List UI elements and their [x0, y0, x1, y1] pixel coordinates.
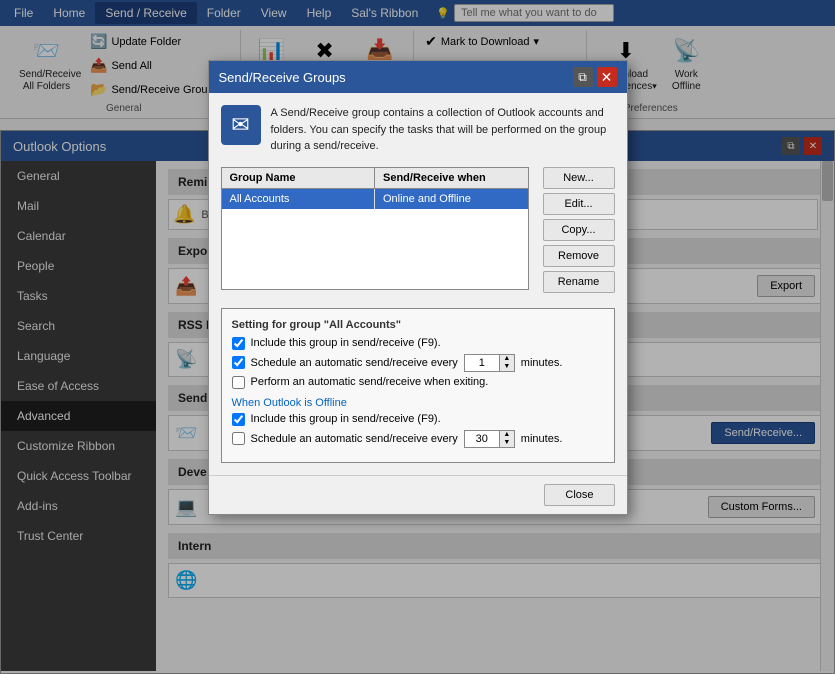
dialog-close-x-button[interactable]: ✕ [597, 67, 617, 87]
table-header-group: Group Name [222, 168, 376, 188]
dialog-info-icon: ✉ [221, 105, 261, 145]
offline-section: When Outlook is Offline Include this gro… [232, 397, 604, 448]
table-row[interactable]: All Accounts Online and Offline [222, 189, 528, 209]
dialog-info-text: A Send/Receive group contains a collecti… [271, 105, 615, 155]
send-receive-groups-dialog: Send/Receive Groups ⧉ ✕ ✉ A Send/Receive… [208, 60, 628, 515]
schedule-offline-checkbox[interactable] [232, 432, 245, 445]
perform-label: Perform an automatic send/receive when e… [251, 376, 489, 388]
schedule-offline-value[interactable]: 30 [464, 430, 500, 448]
schedule-online-checkbox[interactable] [232, 356, 245, 369]
schedule-offline-spinner: 30 ▲ ▼ [464, 430, 515, 448]
table-header: Group Name Send/Receive when [222, 168, 528, 189]
dialog-footer: Close [209, 475, 627, 514]
dialog-info: ✉ A Send/Receive group contains a collec… [221, 105, 615, 155]
schedule-offline-row: Schedule an automatic send/receive every… [232, 430, 604, 448]
include-online-label: Include this group in send/receive (F9). [251, 337, 441, 349]
schedule-online-label: Schedule an automatic send/receive every [251, 357, 458, 369]
edit-button[interactable]: Edit... [543, 193, 615, 215]
schedule-online-unit: minutes. [521, 357, 563, 369]
include-offline-row: Include this group in send/receive (F9). [232, 413, 604, 426]
dialog-close-button[interactable]: Close [544, 484, 614, 506]
dialog-title: Send/Receive Groups [219, 70, 346, 85]
offline-spinner-down[interactable]: ▼ [500, 439, 514, 447]
table-cell-when: Online and Offline [375, 189, 528, 209]
copy-button[interactable]: Copy... [543, 219, 615, 241]
accounts-table: Group Name Send/Receive when All Account… [221, 167, 529, 290]
perform-checkbox[interactable] [232, 376, 245, 389]
schedule-online-spinner: 1 ▲ ▼ [464, 354, 515, 372]
dialog-title-bar: Send/Receive Groups ⧉ ✕ [209, 61, 627, 93]
include-offline-label: Include this group in send/receive (F9). [251, 413, 441, 425]
dialog-side-buttons: New... Edit... Copy... Remove Rename [543, 167, 615, 300]
perform-row: Perform an automatic send/receive when e… [232, 376, 604, 389]
include-offline-checkbox[interactable] [232, 413, 245, 426]
schedule-offline-unit: minutes. [521, 433, 563, 445]
include-online-checkbox[interactable] [232, 337, 245, 350]
remove-button[interactable]: Remove [543, 245, 615, 267]
include-online-row: Include this group in send/receive (F9). [232, 337, 604, 350]
settings-title: Setting for group "All Accounts" [232, 319, 604, 331]
dialog-restore-button[interactable]: ⧉ [573, 67, 593, 87]
dialog-body: ✉ A Send/Receive group contains a collec… [209, 93, 627, 475]
table-header-when: Send/Receive when [375, 168, 528, 188]
group-settings-box: Setting for group "All Accounts" Include… [221, 308, 615, 463]
schedule-online-value[interactable]: 1 [464, 354, 500, 372]
schedule-online-row: Schedule an automatic send/receive every… [232, 354, 604, 372]
modal-overlay: Send/Receive Groups ⧉ ✕ ✉ A Send/Receive… [0, 0, 835, 674]
spinner-arrows: ▲ ▼ [500, 354, 515, 372]
rename-button[interactable]: Rename [543, 271, 615, 293]
spinner-up[interactable]: ▲ [500, 355, 514, 363]
offline-title: When Outlook is Offline [232, 397, 604, 409]
new-button[interactable]: New... [543, 167, 615, 189]
offline-spinner-up[interactable]: ▲ [500, 431, 514, 439]
schedule-offline-label: Schedule an automatic send/receive every [251, 433, 458, 445]
offline-spinner-arrows: ▲ ▼ [500, 430, 515, 448]
spinner-down[interactable]: ▼ [500, 363, 514, 371]
table-cell-group-name: All Accounts [222, 189, 376, 209]
